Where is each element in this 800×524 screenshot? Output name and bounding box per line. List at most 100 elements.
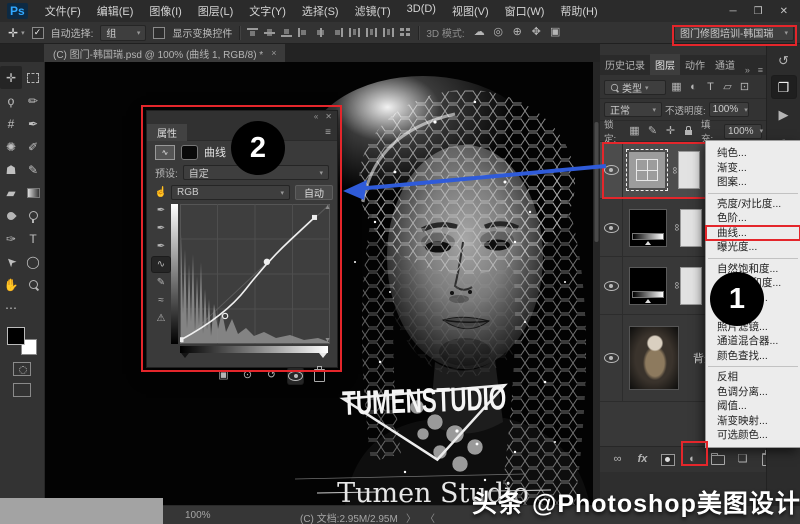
layer-mask-thumbnail[interactable] — [678, 151, 701, 189]
layer-mask-thumbnail[interactable] — [680, 266, 703, 305]
levels-layer-thumbnail[interactable] — [629, 208, 667, 247]
panel-tab-历史记录[interactable]: 历史记录 — [600, 54, 650, 75]
adjustment-menu-item-曲线[interactable]: 曲线... — [705, 224, 800, 241]
gradient-tool[interactable] — [22, 181, 44, 204]
white-point-eyedropper-icon[interactable]: ✒ — [152, 203, 170, 218]
type-tool[interactable]: T — [22, 227, 44, 250]
actions-panel-icon[interactable]: ▶ — [772, 103, 796, 125]
blur-tool[interactable] — [0, 204, 22, 227]
adjustment-menu-item-反相[interactable]: 反相 — [706, 370, 800, 385]
crop-tool[interactable]: # — [0, 112, 22, 135]
menu-item-图像(I)[interactable]: 图像(I) — [141, 3, 189, 19]
foreground-color-swatch[interactable] — [7, 327, 25, 345]
align-bottom-icon[interactable] — [281, 28, 293, 37]
new-layer-icon[interactable]: ❏ — [735, 452, 750, 468]
filter-pixel-icon[interactable]: ▦ — [669, 80, 684, 96]
adjustment-menu-item-照片滤镜[interactable]: 照片滤镜... — [706, 320, 800, 335]
minimize-button[interactable]: ─ — [730, 6, 737, 17]
panel-tab-动作[interactable]: 动作 — [680, 54, 710, 75]
adjustment-menu-item-渐变映射[interactable]: 渐变映射... — [706, 414, 800, 429]
pen-tool[interactable]: ✑ — [0, 227, 22, 250]
spot-healing-tool[interactable]: ✺ — [0, 135, 22, 158]
visibility-cell[interactable] — [600, 257, 623, 314]
menu-item-选择(S)[interactable]: 选择(S) — [294, 3, 347, 19]
quick-selection-tool[interactable]: ✏ — [22, 89, 44, 112]
adjustment-menu-item-曝光度[interactable]: 曝光度... — [706, 240, 800, 255]
visibility-cell[interactable] — [600, 142, 623, 198]
add-mask-icon[interactable] — [660, 452, 675, 468]
adjustment-menu-item-亮度/对比度[interactable]: 亮度/对比度... — [706, 197, 800, 212]
3d-pan-icon[interactable]: ⊕ — [510, 25, 525, 41]
rect-marquee-tool[interactable] — [22, 66, 44, 89]
mask-thumbnail-icon[interactable] — [181, 144, 198, 160]
scroll-up-icon[interactable]: ▲ — [324, 204, 331, 211]
path-select-tool[interactable]: ➤ — [0, 250, 22, 273]
lock-position-icon[interactable]: ✛ — [663, 123, 678, 139]
show-transform-checkbox[interactable] — [153, 26, 166, 39]
menu-item-滤镜(T)[interactable]: 滤镜(T) — [347, 3, 399, 19]
align-top-icon[interactable] — [247, 28, 259, 37]
gray-point-eyedropper-icon[interactable]: ✒ — [152, 221, 170, 236]
adjustment-menu-item-阈值[interactable]: 阈值... — [706, 399, 800, 414]
lock-all-icon[interactable] — [681, 123, 696, 139]
auto-button[interactable]: 自动 — [295, 185, 333, 200]
distribute-left-icon[interactable] — [349, 28, 361, 37]
menu-item-3D(D)[interactable]: 3D(D) — [399, 3, 444, 19]
visibility-cell[interactable] — [600, 315, 623, 401]
auto-select-dropdown[interactable]: 组 ▾ — [100, 24, 147, 41]
eraser-tool[interactable]: ▰ — [0, 181, 22, 204]
eyedropper-tool[interactable]: ✒ — [22, 112, 44, 135]
filter-shape-icon[interactable]: ▱ — [720, 80, 735, 96]
history-panel-icon[interactable]: ↺ — [772, 49, 796, 71]
3d-rotate-icon[interactable]: ☁ — [472, 25, 487, 41]
adjustment-menu-item-纯色[interactable]: 纯色... — [706, 146, 800, 161]
new-group-icon[interactable] — [710, 452, 725, 468]
collapse-icon[interactable]: « — [314, 112, 318, 124]
draw-curve-pencil-icon[interactable]: ✎ — [152, 275, 170, 290]
auto-select-checkbox[interactable]: ✓ — [31, 26, 44, 39]
adjustment-menu-item-颜色查找[interactable]: 颜色查找... — [706, 349, 800, 364]
curves-graph[interactable]: ▲ ▼ — [171, 204, 333, 344]
adjustment-menu-item-自然饱和度[interactable]: 自然饱和度... — [706, 262, 800, 277]
adjustment-menu-item-可选颜色[interactable]: 可选颜色... — [706, 428, 800, 443]
curve-point-0[interactable] — [180, 337, 184, 343]
history-brush-tool[interactable]: ✎ — [22, 158, 44, 181]
clone-stamp-tool[interactable]: ☗ — [0, 158, 22, 181]
zoom-level[interactable]: 100% — [185, 510, 211, 521]
curve-point-1[interactable] — [221, 312, 229, 320]
distribute-center-icon[interactable] — [366, 28, 378, 37]
close-button[interactable]: ✕ — [780, 6, 788, 17]
curve-point-2[interactable] — [263, 258, 271, 266]
menu-item-文件(F)[interactable]: 文件(F) — [37, 3, 89, 19]
current-tool-chip[interactable]: ✛ ▾ — [8, 26, 25, 40]
3d-slide-icon[interactable]: ✥ — [529, 25, 544, 41]
menu-item-窗口(W)[interactable]: 窗口(W) — [497, 3, 553, 19]
scroll-down-icon[interactable]: ▼ — [324, 337, 331, 344]
align-left-icon[interactable] — [298, 28, 310, 37]
adjustment-menu-item-渐变[interactable]: 渐变... — [706, 161, 800, 176]
screen-mode-button[interactable] — [13, 383, 31, 397]
more-tools[interactable]: ⋯ — [0, 296, 22, 319]
smooth-curve-icon[interactable]: ≈ — [152, 293, 170, 308]
curves-layer-thumbnail[interactable] — [626, 149, 668, 191]
layer-style-icon[interactable]: fx — [635, 452, 650, 468]
panel-tab-图层[interactable]: 图层 — [650, 54, 680, 75]
menu-item-图层(L)[interactable]: 图层(L) — [190, 3, 241, 19]
background-layer-thumbnail[interactable] — [629, 326, 679, 390]
lock-paint-icon[interactable]: ✎ — [645, 123, 660, 139]
zoom-tool[interactable] — [22, 273, 44, 296]
maximize-button[interactable]: ❒ — [754, 6, 763, 17]
move-tool[interactable]: ✛ — [0, 66, 22, 89]
layer-mask-thumbnail[interactable] — [680, 208, 703, 247]
status-scroll-arrows[interactable]: 〉〈 — [406, 510, 449, 524]
panel-tab-通道[interactable]: 通道 — [710, 54, 740, 75]
blend-mode-dropdown[interactable]: 正常 ▾ — [604, 102, 662, 117]
panel-menu-icon[interactable]: ≡ — [755, 65, 766, 75]
previous-state-icon[interactable]: ⊙ — [240, 368, 255, 384]
visibility-eye-icon[interactable] — [288, 367, 303, 384]
curve-point-3[interactable] — [311, 214, 317, 220]
filter-type-icon[interactable]: T — [703, 80, 718, 96]
histogram-warning-icon[interactable]: ⚠ — [152, 311, 170, 326]
panel-overflow-icon[interactable]: » — [742, 65, 753, 75]
adjustment-menu-item-通道混合器[interactable]: 通道混合器... — [706, 334, 800, 349]
